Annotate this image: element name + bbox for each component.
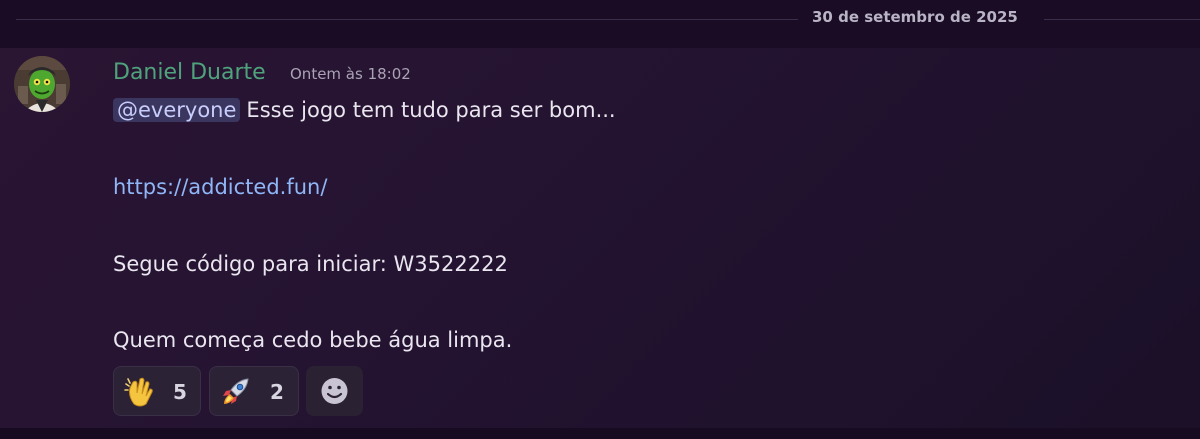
bottom-strip: [0, 428, 1200, 439]
date-divider-bar: 30 de setembro de 2025: [0, 0, 1200, 48]
message-text-1: Esse jogo tem tudo para ser bom...: [246, 98, 616, 122]
smiley-icon: [321, 378, 348, 404]
reaction-count: 5: [173, 380, 187, 404]
message-text-4: Quem começa cedo bebe água limpa.: [113, 328, 513, 352]
message-timestamp[interactable]: Ontem às 18:02: [290, 65, 411, 83]
chat-message: Daniel Duarte Ontem às 18:02 @everyone Es…: [0, 48, 1200, 428]
message-text-3: Segue código para iniciar: W3522222: [113, 252, 508, 276]
clapping-hands-icon: [124, 377, 153, 407]
reaction-count: 2: [270, 380, 284, 404]
message-author[interactable]: Daniel Duarte: [113, 60, 266, 85]
rocket-icon: [223, 378, 249, 404]
divider-line-right: [1044, 19, 1200, 20]
reaction-rocket[interactable]: 2: [209, 366, 299, 416]
add-reaction-button[interactable]: [306, 366, 363, 416]
message-line-1: @everyone Esse jogo tem tudo para ser bom…: [113, 98, 616, 122]
divider-line: [16, 19, 798, 20]
message-link[interactable]: https://addicted.fun/: [113, 175, 327, 199]
message-line-link: https://addicted.fun/: [113, 175, 327, 199]
reaction-clapping[interactable]: 5: [113, 366, 201, 416]
everyone-mention[interactable]: @everyone: [113, 98, 241, 122]
avatar[interactable]: [14, 56, 70, 112]
date-divider-label: 30 de setembro de 2025: [812, 8, 1018, 26]
